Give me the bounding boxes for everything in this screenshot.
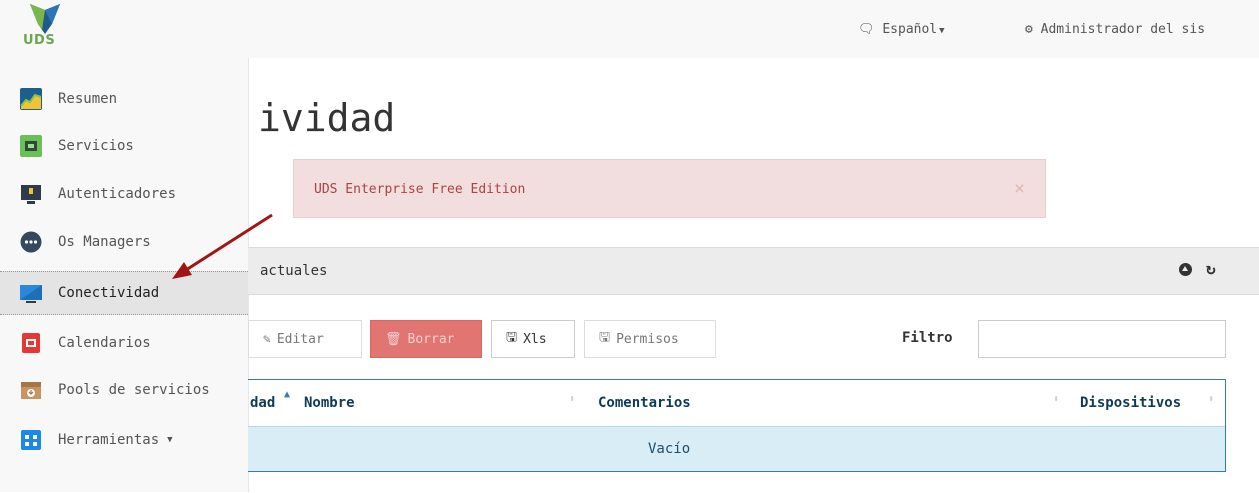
collapse-icon[interactable] [1179, 263, 1192, 276]
page-title: ividad [258, 96, 396, 140]
column-header-dispositivos[interactable]: Dispositivos [1080, 395, 1181, 411]
delete-button[interactable]: 🗑 Borrar [370, 320, 482, 358]
sidebar-item-label: Pools de servicios [58, 382, 210, 398]
monitor-lock-icon [21, 185, 41, 204]
filter-label: Filtro [902, 330, 953, 346]
sidebar-item-label: Calendarios [58, 335, 151, 351]
save-icon: 🖫 [599, 330, 611, 345]
permissions-button[interactable]: 🖫 Permisos [584, 320, 716, 358]
dashboard-icon: ⚙ [1025, 22, 1033, 37]
column-header-nombre[interactable]: Nombre [304, 395, 355, 411]
save-icon: 🖫 [506, 330, 518, 345]
logo-shield-icon [30, 4, 60, 34]
calendar-icon [22, 333, 40, 353]
sidebar-item-os-managers[interactable]: Os Managers [0, 220, 248, 264]
permissions-label: Permisos [616, 331, 679, 347]
refresh-icon[interactable]: ↻ [1206, 259, 1216, 278]
sidebar-item-pools[interactable]: Pools de servicios [0, 368, 248, 412]
sidebar-item-resumen[interactable]: Resumen [0, 77, 248, 121]
sidebar-item-herramientas[interactable]: Herramientas ▼ [0, 418, 248, 462]
tools-icon [21, 430, 41, 450]
xls-button[interactable]: 🖫 Xls [491, 320, 575, 358]
sort-icon: ⬍ [1053, 394, 1060, 405]
board-icon [20, 135, 42, 157]
column-header-comentarios[interactable]: Comentarios [598, 395, 691, 411]
panel-title: actuales [260, 263, 328, 279]
close-icon[interactable]: × [1014, 178, 1025, 199]
delete-label: Borrar [407, 331, 455, 347]
edit-button[interactable]: ✎ Editar [248, 320, 362, 358]
table-row: Vacío [248, 427, 1225, 472]
sidebar-item-label: Os Managers [58, 234, 151, 250]
edition-alert: UDS Enterprise Free Edition × [293, 159, 1046, 218]
sidebar-item-servicios[interactable]: Servicios [0, 124, 248, 168]
data-table: dad ▲ Nombre ⬍ Comentarios ⬍ Dispositivo… [248, 379, 1226, 472]
filter-input[interactable] [978, 320, 1226, 358]
top-navbar: UDS 🗨 Español ▼ ⚙ Administrador del sis [0, 0, 1259, 58]
sidebar-item-label: Herramientas [58, 432, 160, 448]
language-label: Español [882, 22, 938, 37]
alert-text: UDS Enterprise Free Edition [314, 182, 526, 197]
chat-icon: 🗨 [858, 22, 875, 37]
sidebar-item-label: Conectividad [58, 285, 160, 301]
sidebar-item-conectividad[interactable]: Conectividad [0, 271, 248, 315]
box-icon [21, 382, 41, 399]
sort-icon: ⬍ [569, 394, 576, 405]
user-label: Administrador del sis [1040, 22, 1206, 37]
language-selector[interactable]: 🗨 Español ▼ [858, 22, 945, 37]
sidebar-item-autenticadores[interactable]: Autenticadores [0, 172, 248, 216]
logo-text: UDS [23, 33, 56, 48]
column-header-type[interactable]: dad [250, 395, 275, 411]
chart-icon [20, 88, 42, 110]
sidebar-item-label: Autenticadores [58, 186, 177, 202]
caret-down-icon: ▼ [167, 435, 173, 445]
caret-down-icon: ▼ [939, 26, 945, 36]
connectivity-panel: actuales ↻ ✎ Editar 🗑 Borrar 🖫 Xls 🖫 Permiso… [248, 247, 1259, 493]
empty-message: Vacío [648, 441, 691, 457]
sidebar-item-label: Resumen [58, 91, 118, 107]
sort-asc-icon: ▲ [284, 389, 291, 400]
monitor-icon [20, 285, 42, 303]
dots-icon [20, 231, 42, 253]
sidebar-item-label: Servicios [58, 138, 134, 154]
trash-icon: 🗑 [385, 331, 402, 347]
edit-icon: ✎ [263, 331, 271, 347]
sidebar: Resumen Servicios Autenticadores Os Mana… [0, 58, 249, 492]
xls-label: Xls [523, 331, 547, 347]
panel-header: actuales ↻ [248, 248, 1259, 295]
user-menu[interactable]: ⚙ Administrador del sis [1025, 22, 1205, 37]
edit-label: Editar [276, 331, 324, 347]
sidebar-item-calendarios[interactable]: Calendarios [0, 321, 248, 365]
table-header: dad ▲ Nombre ⬍ Comentarios ⬍ Dispositivo… [248, 380, 1225, 427]
sort-icon: ⬍ [1208, 394, 1215, 405]
